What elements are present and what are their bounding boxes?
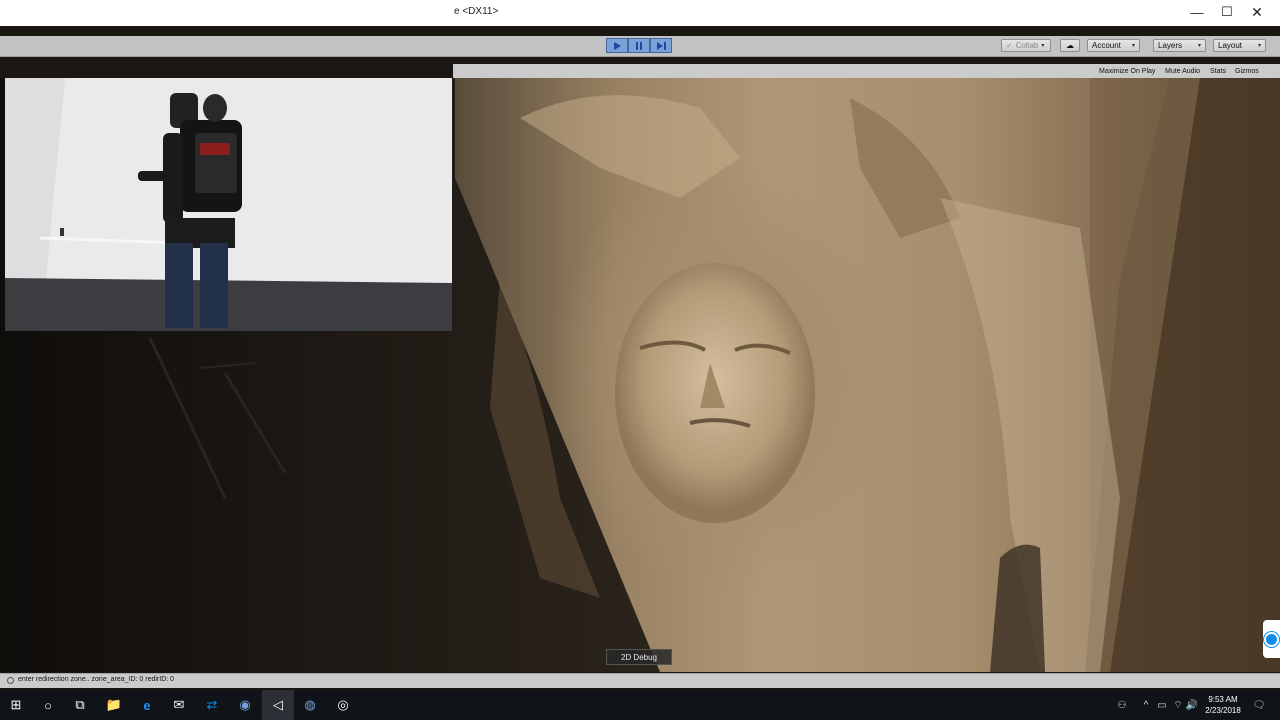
taskbar-app-teamviewer[interactable]: ⇄ <box>196 690 228 720</box>
search-button[interactable]: ○ <box>32 690 64 720</box>
info-icon <box>7 677 14 684</box>
step-button[interactable] <box>650 38 672 53</box>
windows-icon: ⊞ <box>10 697 22 712</box>
notification-icon: 🗨 <box>1252 699 1266 711</box>
minimize-icon: — <box>1190 4 1204 20</box>
collab-button[interactable]: ✓ Collab ▾ <box>1001 39 1051 52</box>
console-message: enter redirection zone.. zone_area_ID: 0… <box>18 676 175 683</box>
step-icon <box>656 41 666 50</box>
taskbar-app-steamvr[interactable]: ◉ <box>229 690 261 720</box>
vive-icon: ◍ <box>304 697 316 712</box>
layers-label: Layers <box>1158 41 1183 50</box>
camera-feed-inset <box>5 78 452 331</box>
account-dropdown[interactable]: Account ▾ <box>1087 39 1140 52</box>
cloud-services-button[interactable]: ☁ <box>1060 39 1080 52</box>
chevron-up-icon: ^ <box>1143 699 1149 711</box>
start-button[interactable]: ⊞ <box>0 690 32 720</box>
edge-icon: e <box>143 697 151 713</box>
account-label: Account <box>1092 41 1121 50</box>
chevron-down-icon: ▾ <box>1257 43 1261 49</box>
taskbar-app-mail[interactable]: ✉ <box>163 690 195 720</box>
search-icon: ○ <box>44 697 52 713</box>
vr-user-video <box>5 78 452 331</box>
volume-indicator[interactable]: 🔊 <box>1185 690 1199 720</box>
teamviewer-icon: ⇄ <box>206 697 218 712</box>
play-icon <box>613 41 621 50</box>
system-clock[interactable]: 9:53 AM 2/23/2018 <box>1200 694 1246 716</box>
taskbar-app-vive[interactable]: ◍ <box>294 690 326 720</box>
teamviewer-icon <box>1264 631 1279 647</box>
chevron-down-icon: ▾ <box>1197 43 1201 49</box>
collab-label: Collab <box>1015 41 1039 50</box>
clock-date: 2/23/2018 <box>1205 706 1241 715</box>
obs-icon: ◎ <box>337 697 349 712</box>
console-status-bar[interactable]: enter redirection zone.. zone_area_ID: 0… <box>0 673 1280 688</box>
unity-icon: ◁ <box>273 697 283 712</box>
cloud-icon: ☁ <box>1066 41 1074 50</box>
taskbar-app-edge[interactable]: e <box>131 690 163 720</box>
mute-audio-toggle[interactable]: Mute Audio <box>1162 66 1203 76</box>
mail-icon: ✉ <box>173 697 185 712</box>
window-title-bar: e <DX11> — ☐ ✕ <box>0 0 1280 26</box>
taskbar-app-unity[interactable]: ◁ <box>262 690 294 720</box>
pause-icon <box>636 41 642 50</box>
task-view-icon: ⧉ <box>75 697 85 712</box>
layout-label: Layout <box>1218 41 1243 50</box>
maximize-button[interactable]: ☐ <box>1211 0 1243 24</box>
battery-icon: ▭ <box>1157 699 1167 711</box>
pause-button[interactable] <box>628 38 650 53</box>
window-title: e <DX11> <box>454 6 499 17</box>
play-button[interactable] <box>606 38 628 53</box>
clock-time: 9:53 AM <box>1208 695 1238 704</box>
game-view[interactable]: 2D Debug <box>0 78 1280 672</box>
game-view-options-bar: Maximize On Play Mute Audio Stats Gizmos <box>453 64 1280 78</box>
volume-icon: 🔊 <box>1185 699 1199 711</box>
steamvr-icon: ◉ <box>239 697 251 712</box>
gizmos-dropdown[interactable]: Gizmos <box>1232 66 1262 76</box>
minimize-button[interactable]: — <box>1181 0 1213 24</box>
play-controls <box>606 38 672 53</box>
2d-debug-button[interactable]: 2D Debug <box>606 649 672 665</box>
task-view-button[interactable]: ⧉ <box>64 690 96 720</box>
chevron-down-icon: ▾ <box>1131 43 1135 49</box>
teamviewer-panel-tab[interactable] <box>1263 620 1280 658</box>
layout-dropdown[interactable]: Layout ▾ <box>1213 39 1266 52</box>
show-hidden-icons-button[interactable]: ^ <box>1139 690 1153 720</box>
close-button[interactable]: ✕ <box>1241 0 1273 24</box>
maximize-icon: ☐ <box>1221 4 1233 19</box>
unity-toolbar: ✓ Collab ▾ ☁ Account ▾ Layers ▾ Layout ▾ <box>0 36 1280 57</box>
maximize-on-play-toggle[interactable]: Maximize On Play <box>1096 66 1158 76</box>
network-indicator[interactable]: ⌔ <box>1171 690 1185 720</box>
people-button[interactable]: ⚇ <box>1114 690 1130 720</box>
taskbar-app-obs[interactable]: ◎ <box>327 690 359 720</box>
battery-indicator[interactable]: ▭ <box>1155 690 1169 720</box>
stats-toggle[interactable]: Stats <box>1207 66 1229 76</box>
taskbar-app-file-explorer[interactable]: 📁 <box>98 690 130 720</box>
windows-taskbar: ⊞ ○ ⧉ 📁 e ✉ ⇄ ◉ ◁ ◍ ◎ ⚇ ^ ▭ ⌔ 🔊 9:53 AM … <box>0 690 1280 720</box>
check-icon: ✓ <box>1006 41 1013 50</box>
chevron-down-icon: ▾ <box>1041 43 1045 49</box>
layers-dropdown[interactable]: Layers ▾ <box>1153 39 1206 52</box>
network-icon: ⌔ <box>1173 699 1183 711</box>
close-icon: ✕ <box>1251 3 1263 20</box>
file-explorer-icon: 📁 <box>105 697 123 712</box>
action-center-button[interactable]: 🗨 <box>1250 690 1268 720</box>
people-icon: ⚇ <box>1117 699 1127 711</box>
